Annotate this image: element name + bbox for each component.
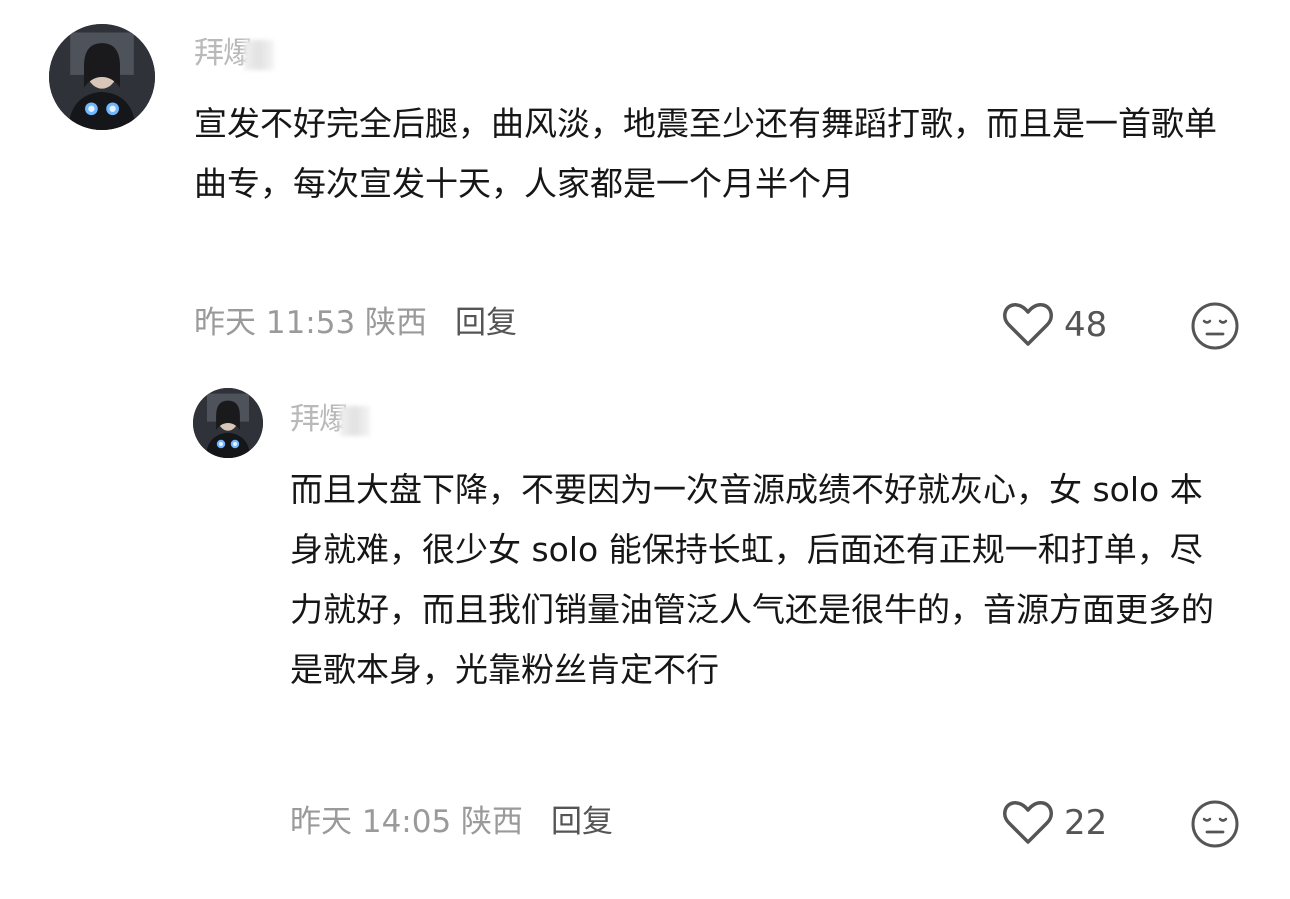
reply-comment-item: 拜爆 而且大盘下降，不要因为一次音源成绩不好就灰心，女 solo 本身就难，很少… (0, 370, 1290, 899)
comment-time-location: 昨天 11:53 陕西 (194, 305, 428, 341)
like-button[interactable]: 22 (1002, 800, 1107, 846)
like-count: 48 (1064, 305, 1108, 345)
username-blur-mask (244, 39, 274, 70)
heart-outline-icon (1003, 801, 1053, 844)
dislike-button[interactable] (1190, 301, 1240, 351)
reply-button[interactable]: 回复 (455, 305, 517, 341)
meh-face-icon (1191, 302, 1239, 350)
meh-face-icon (1191, 800, 1239, 848)
comment-item: 拜爆 宣发不好完全后腿，曲风淡，地震至少还有舞蹈打歌，而且是一首歌单曲专，每次宣… (0, 0, 1290, 370)
comment-text: 宣发不好完全后腿，曲风淡，地震至少还有舞蹈打歌，而且是一首歌单曲专，每次宣发十天… (194, 104, 1217, 203)
comment-text: 而且大盘下降，不要因为一次音源成绩不好就灰心，女 solo 本身就难，很少女 s… (290, 470, 1214, 689)
reply-button[interactable]: 回复 (551, 804, 613, 840)
dislike-button[interactable] (1190, 799, 1240, 849)
like-button[interactable]: 48 (1002, 302, 1107, 348)
comment-meta: 昨天 14:05 陕西 回复 (290, 802, 613, 842)
user-avatar[interactable] (49, 24, 155, 130)
username[interactable]: 拜爆 (194, 36, 274, 72)
avatar-image (193, 388, 263, 458)
username-blur-mask (340, 405, 370, 436)
avatar-image (49, 24, 155, 130)
comment-time-location: 昨天 14:05 陕西 (290, 804, 524, 840)
heart-outline-icon (1003, 303, 1053, 346)
username[interactable]: 拜爆 (290, 402, 370, 438)
user-avatar[interactable] (193, 388, 263, 458)
like-count: 22 (1064, 803, 1108, 843)
comment-meta: 昨天 11:53 陕西 回复 (194, 303, 517, 343)
